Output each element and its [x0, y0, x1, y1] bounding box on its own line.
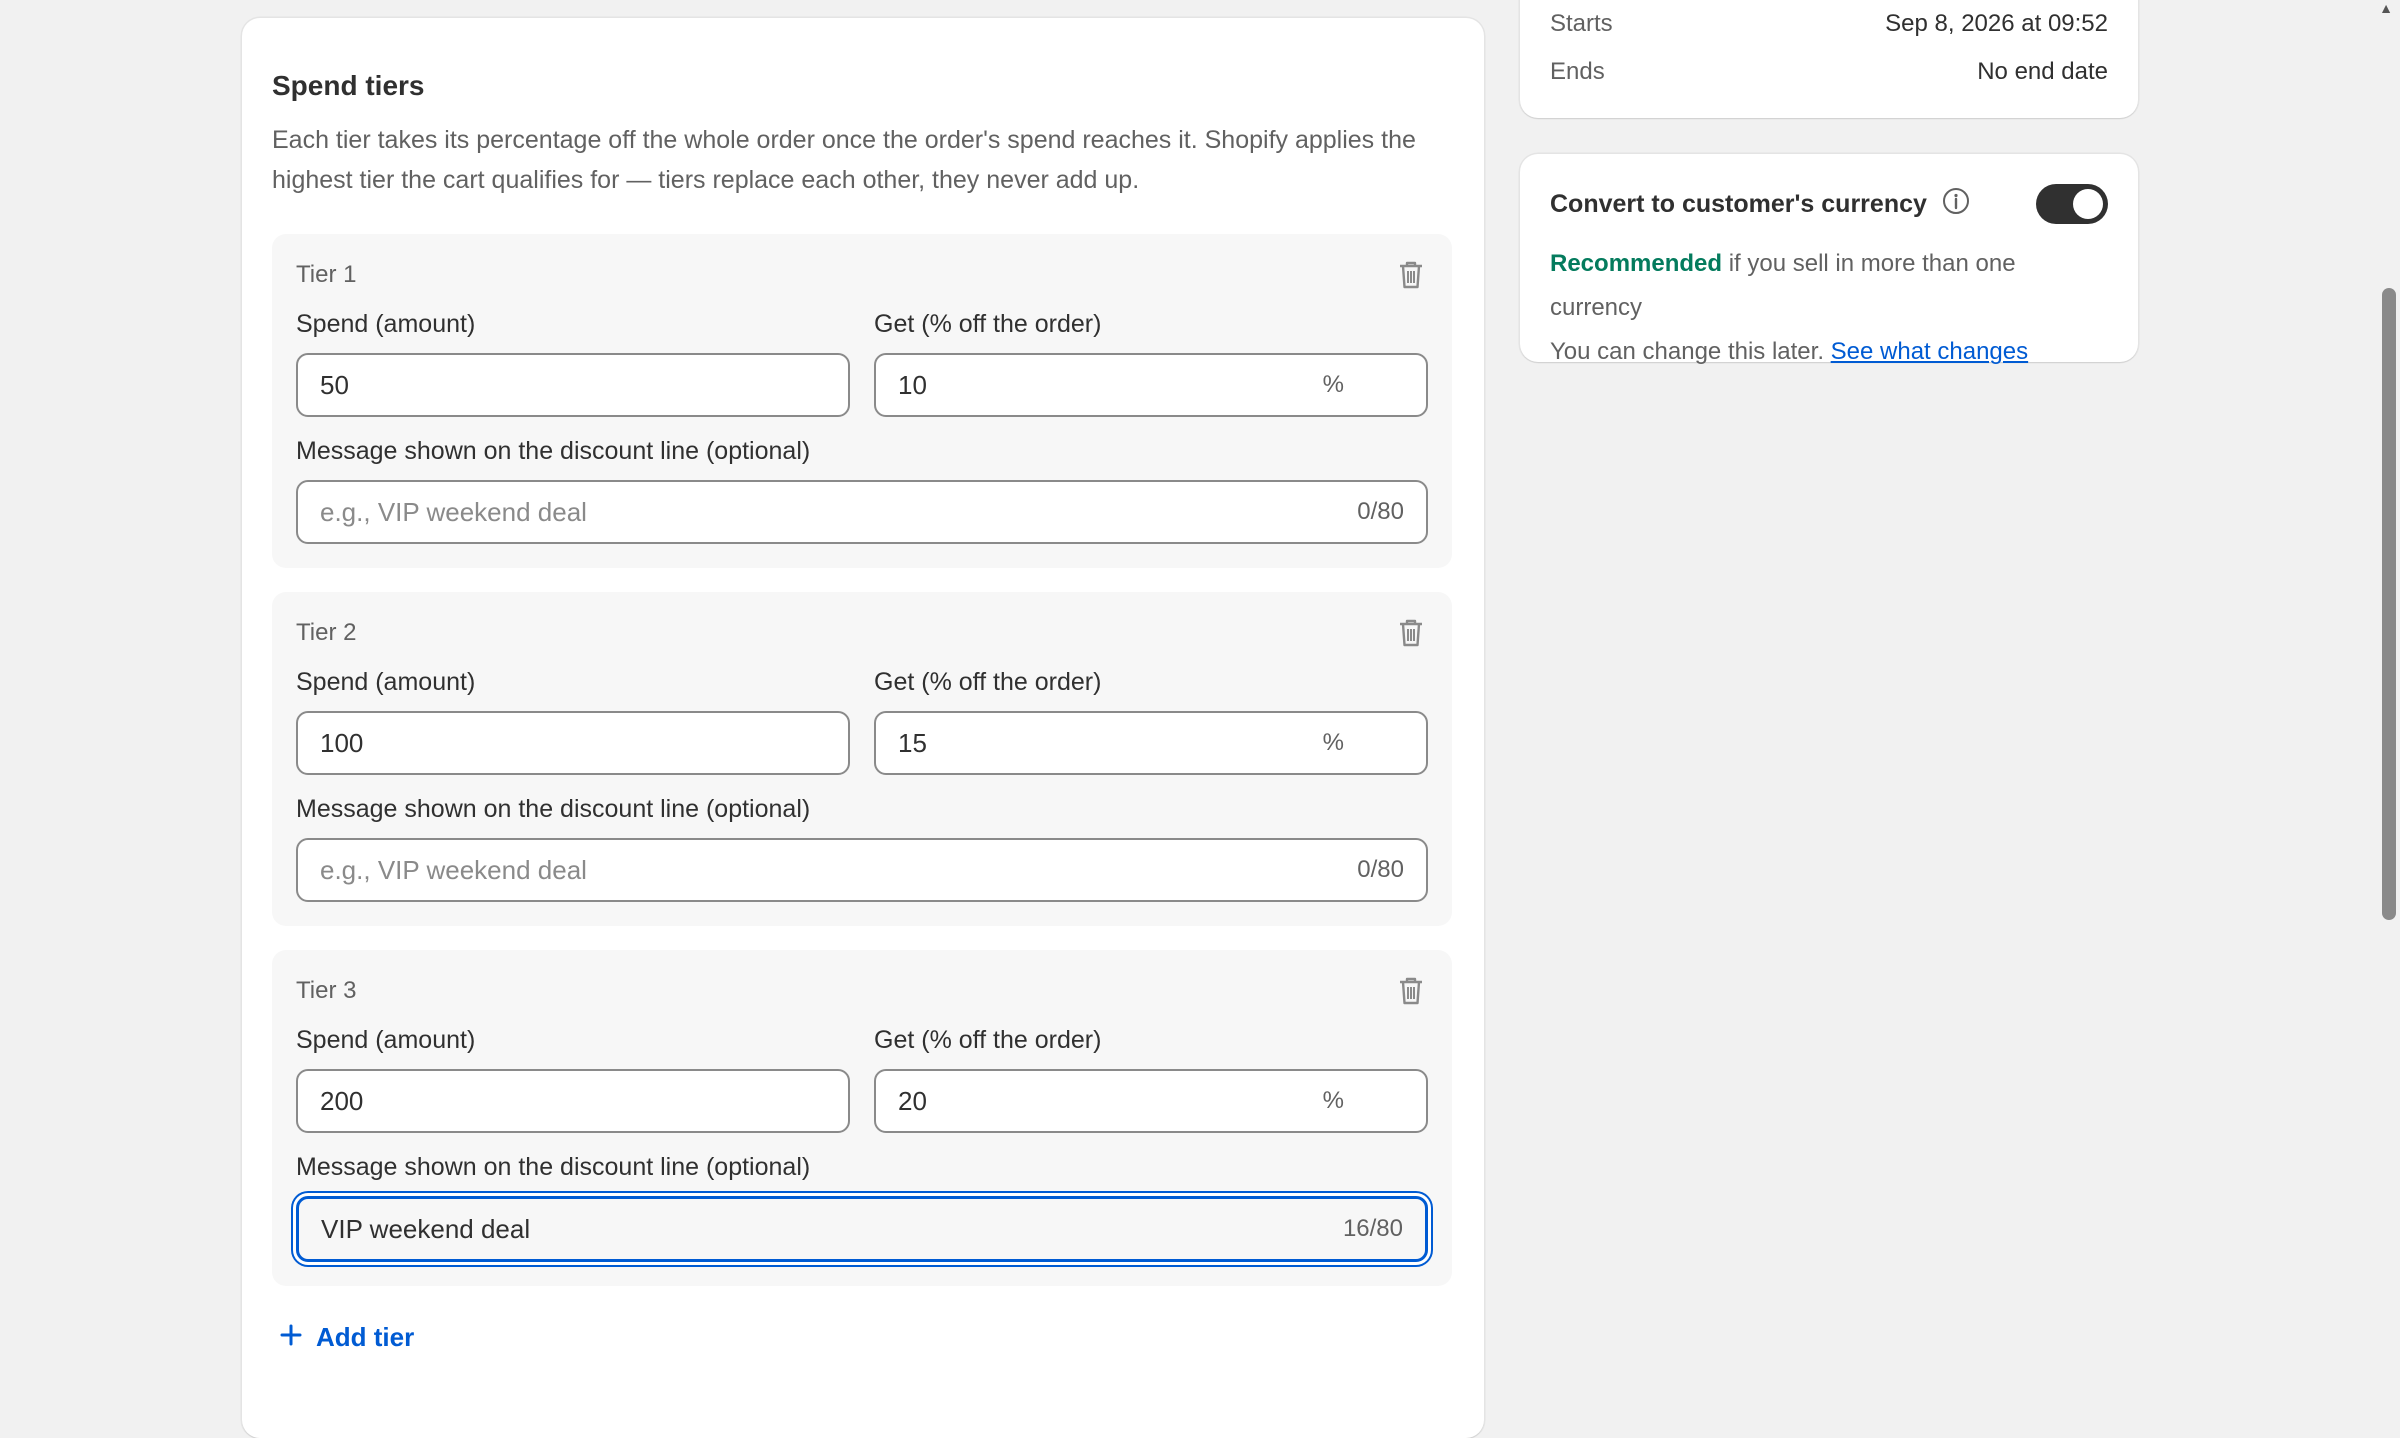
get-percent-input[interactable]: 15% [874, 711, 1428, 775]
add-tier-label: Add tier [316, 1322, 415, 1352]
get-value: 10 [898, 369, 927, 400]
starts-value: Sep 8, 2026 at 09:52 [1885, 10, 2108, 37]
message-input[interactable]: e.g., VIP weekend deal 0/80 [296, 838, 1428, 902]
spend-input[interactable]: 100 [296, 711, 850, 775]
scroll-up-arrow-icon[interactable]: ▲ [2376, 0, 2396, 20]
message-label: Message shown on the discount line (opti… [296, 1153, 811, 1181]
message-input[interactable]: e.g., VIP weekend deal 0/80 [296, 480, 1428, 544]
scrollbar[interactable]: ▲ [2370, 0, 2400, 1400]
schedule-card: Starts Sep 8, 2026 at 09:52 Ends No end … [1520, 0, 2138, 118]
currency-card: Convert to customer's currency Recommend… [1520, 154, 2138, 365]
starts-row: Starts Sep 8, 2026 at 09:52 [1550, 0, 2108, 48]
section-title: Spend tiers [272, 70, 425, 101]
recommended-line: Recommended if you sell in more than one… [1550, 242, 2108, 330]
currency-title-wrap: Convert to customer's currency [1550, 186, 1971, 223]
message-label: Message shown on the discount line (opti… [296, 795, 811, 823]
recommended-text: Recommended [1550, 250, 1723, 277]
get-label: Get (% off the order) [874, 1026, 1102, 1054]
currency-title: Convert to customer's currency [1550, 189, 1927, 218]
see-what-changes-link[interactable]: See what changes [1831, 338, 2028, 365]
char-counter: 0/80 [1357, 856, 1404, 883]
spend-input[interactable]: 50 [296, 353, 850, 417]
spend-tiers-card: Spend tiers Each tier takes its percenta… [242, 18, 1484, 1438]
get-label: Get (% off the order) [874, 310, 1102, 338]
plus-icon [280, 1322, 302, 1353]
tier-label: Tier 1 [296, 261, 357, 288]
spend-value: 100 [320, 727, 364, 758]
ends-value: No end date [1977, 58, 2108, 85]
message-value: VIP weekend deal [321, 1213, 531, 1244]
get-value: 15 [898, 727, 927, 758]
message-input[interactable]: VIP weekend deal 16/80 [296, 1196, 1428, 1262]
spend-value: 50 [320, 369, 349, 400]
char-counter: 0/80 [1357, 498, 1404, 525]
delete-tier-icon[interactable] [1394, 974, 1428, 1008]
tier-1: Tier 1 Spend (amount) 50 Get (% off the … [272, 234, 1452, 568]
tier-label: Tier 3 [296, 977, 357, 1004]
spend-label: Spend (amount) [296, 668, 476, 696]
message-placeholder: e.g., VIP weekend deal [320, 496, 587, 527]
spend-label: Spend (amount) [296, 310, 476, 338]
spend-input[interactable]: 200 [296, 1069, 850, 1133]
scrollbar-thumb[interactable] [2382, 288, 2396, 920]
change-line: You can change this later. See what chan… [1550, 330, 2108, 374]
change-text: You can change this later. [1550, 338, 1831, 365]
section-description: Each tier takes its percentage off the w… [272, 126, 1416, 194]
get-label: Get (% off the order) [874, 668, 1102, 696]
currency-toggle[interactable] [2036, 184, 2108, 224]
delete-tier-icon[interactable] [1394, 258, 1428, 292]
get-percent-input[interactable]: 20% [874, 1069, 1428, 1133]
tier-label: Tier 2 [296, 619, 357, 646]
starts-label: Starts [1550, 10, 1613, 37]
ends-label: Ends [1550, 58, 1605, 85]
tier-2: Tier 2 Spend (amount) 100 Get (% off the… [272, 592, 1452, 926]
toggle-knob [2073, 189, 2103, 219]
tier-3: Tier 3 Spend (amount) 200 Get (% off the… [272, 950, 1452, 1286]
percent-suffix: % [1322, 1087, 1344, 1114]
spend-value: 200 [320, 1085, 364, 1116]
get-value: 20 [898, 1085, 927, 1116]
percent-suffix: % [1322, 371, 1344, 398]
delete-tier-icon[interactable] [1394, 616, 1428, 650]
percent-suffix: % [1322, 729, 1344, 756]
ends-row: Ends No end date [1550, 48, 2108, 96]
spend-label: Spend (amount) [296, 1026, 476, 1054]
get-percent-input[interactable]: 10% [874, 353, 1428, 417]
message-placeholder: e.g., VIP weekend deal [320, 854, 587, 885]
add-tier-button[interactable]: Add tier [272, 1322, 1454, 1353]
char-counter: 16/80 [1342, 1215, 1403, 1242]
message-label: Message shown on the discount line (opti… [296, 437, 811, 465]
info-icon[interactable] [1941, 186, 1971, 223]
